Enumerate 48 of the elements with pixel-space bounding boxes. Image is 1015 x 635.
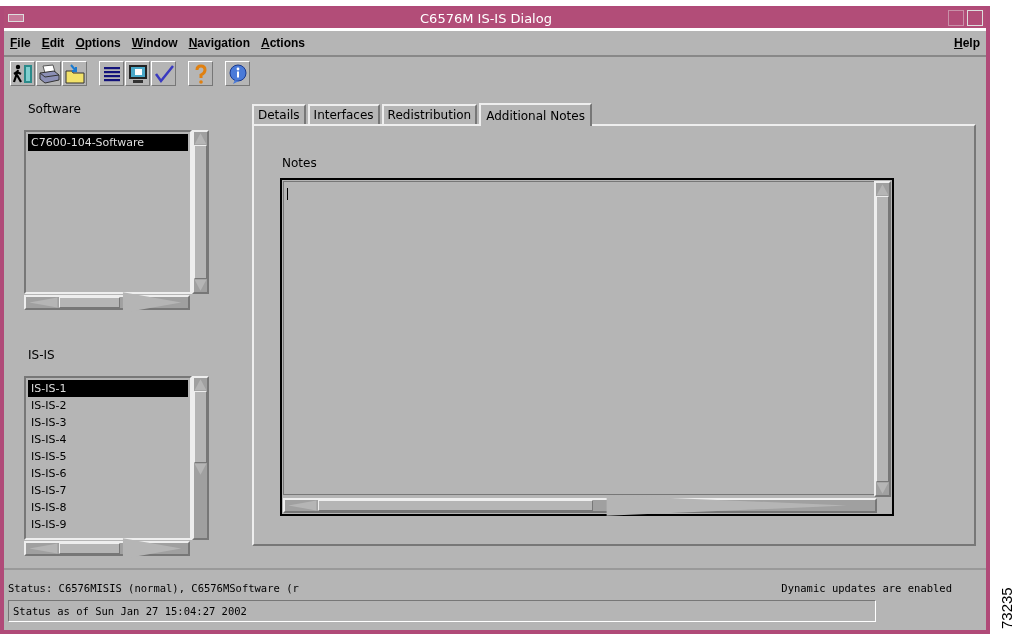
list-item[interactable]: IS-IS-5 xyxy=(28,448,188,465)
menu-item[interactable]: Edit xyxy=(41,36,65,50)
list-item[interactable]: IS-IS-3 xyxy=(28,414,188,431)
list-item[interactable]: IS-IS-9 xyxy=(28,516,188,533)
monitor-icon[interactable] xyxy=(125,61,150,86)
list-item[interactable]: IS-IS-4 xyxy=(28,431,188,448)
tab[interactable]: Redistribution xyxy=(381,104,478,124)
vertical-scrollbar[interactable] xyxy=(192,376,209,540)
status-text: Status: C6576MISIS (normal), C6576MSoftware (r xyxy=(8,582,299,594)
status-field: Status as of Sun Jan 27 15:04:27 2002 xyxy=(8,600,876,622)
notes-label: Notes xyxy=(282,156,318,170)
tab[interactable]: Interfaces xyxy=(307,104,380,124)
list-label: IS-IS xyxy=(27,348,56,362)
printer-icon[interactable] xyxy=(36,61,61,86)
tab[interactable]: Details xyxy=(252,104,306,124)
list-item[interactable]: IS-IS-8 xyxy=(28,499,188,516)
vertical-scrollbar[interactable] xyxy=(192,130,209,294)
list-item[interactable]: IS-IS-7 xyxy=(28,482,188,499)
horizontal-scrollbar[interactable] xyxy=(283,498,877,513)
exit-icon[interactable] xyxy=(10,61,35,86)
text-cursor-icon xyxy=(287,188,288,200)
notes-field[interactable] xyxy=(280,178,894,516)
minimize-button[interactable] xyxy=(948,10,964,26)
checkmark-icon[interactable] xyxy=(151,61,176,86)
menu-item[interactable]: Window xyxy=(131,36,178,50)
menu-item[interactable]: Options xyxy=(75,36,121,50)
figure-number: 73235 xyxy=(998,586,1015,629)
list-item[interactable]: IS-IS-1 xyxy=(28,380,188,397)
menu-item[interactable]: Actions xyxy=(261,36,305,50)
window-title: C6576M IS-IS Dialog xyxy=(419,10,553,26)
horizontal-scrollbar[interactable] xyxy=(24,541,190,556)
tab[interactable]: Additional Notes xyxy=(479,103,592,126)
vertical-scrollbar[interactable] xyxy=(874,181,891,497)
window-menu-button[interactable] xyxy=(8,14,24,22)
list-item[interactable]: IS-IS-2 xyxy=(28,397,188,414)
folder-icon[interactable] xyxy=(62,61,87,86)
help-menu[interactable]: Help xyxy=(954,36,980,50)
updates-status: Dynamic updates are enabled xyxy=(781,582,952,594)
info-icon[interactable] xyxy=(225,61,250,86)
help-icon[interactable] xyxy=(188,61,213,86)
menu-item[interactable]: Navigation xyxy=(188,36,250,50)
list-label: Software xyxy=(27,102,82,116)
menu-item[interactable]: File xyxy=(10,36,31,50)
list-icon[interactable] xyxy=(99,61,124,86)
list-item[interactable]: C7600-104-Software xyxy=(28,134,188,151)
list-item[interactable]: IS-IS-6 xyxy=(28,465,188,482)
horizontal-scrollbar[interactable] xyxy=(24,295,190,310)
maximize-button[interactable] xyxy=(967,10,983,26)
